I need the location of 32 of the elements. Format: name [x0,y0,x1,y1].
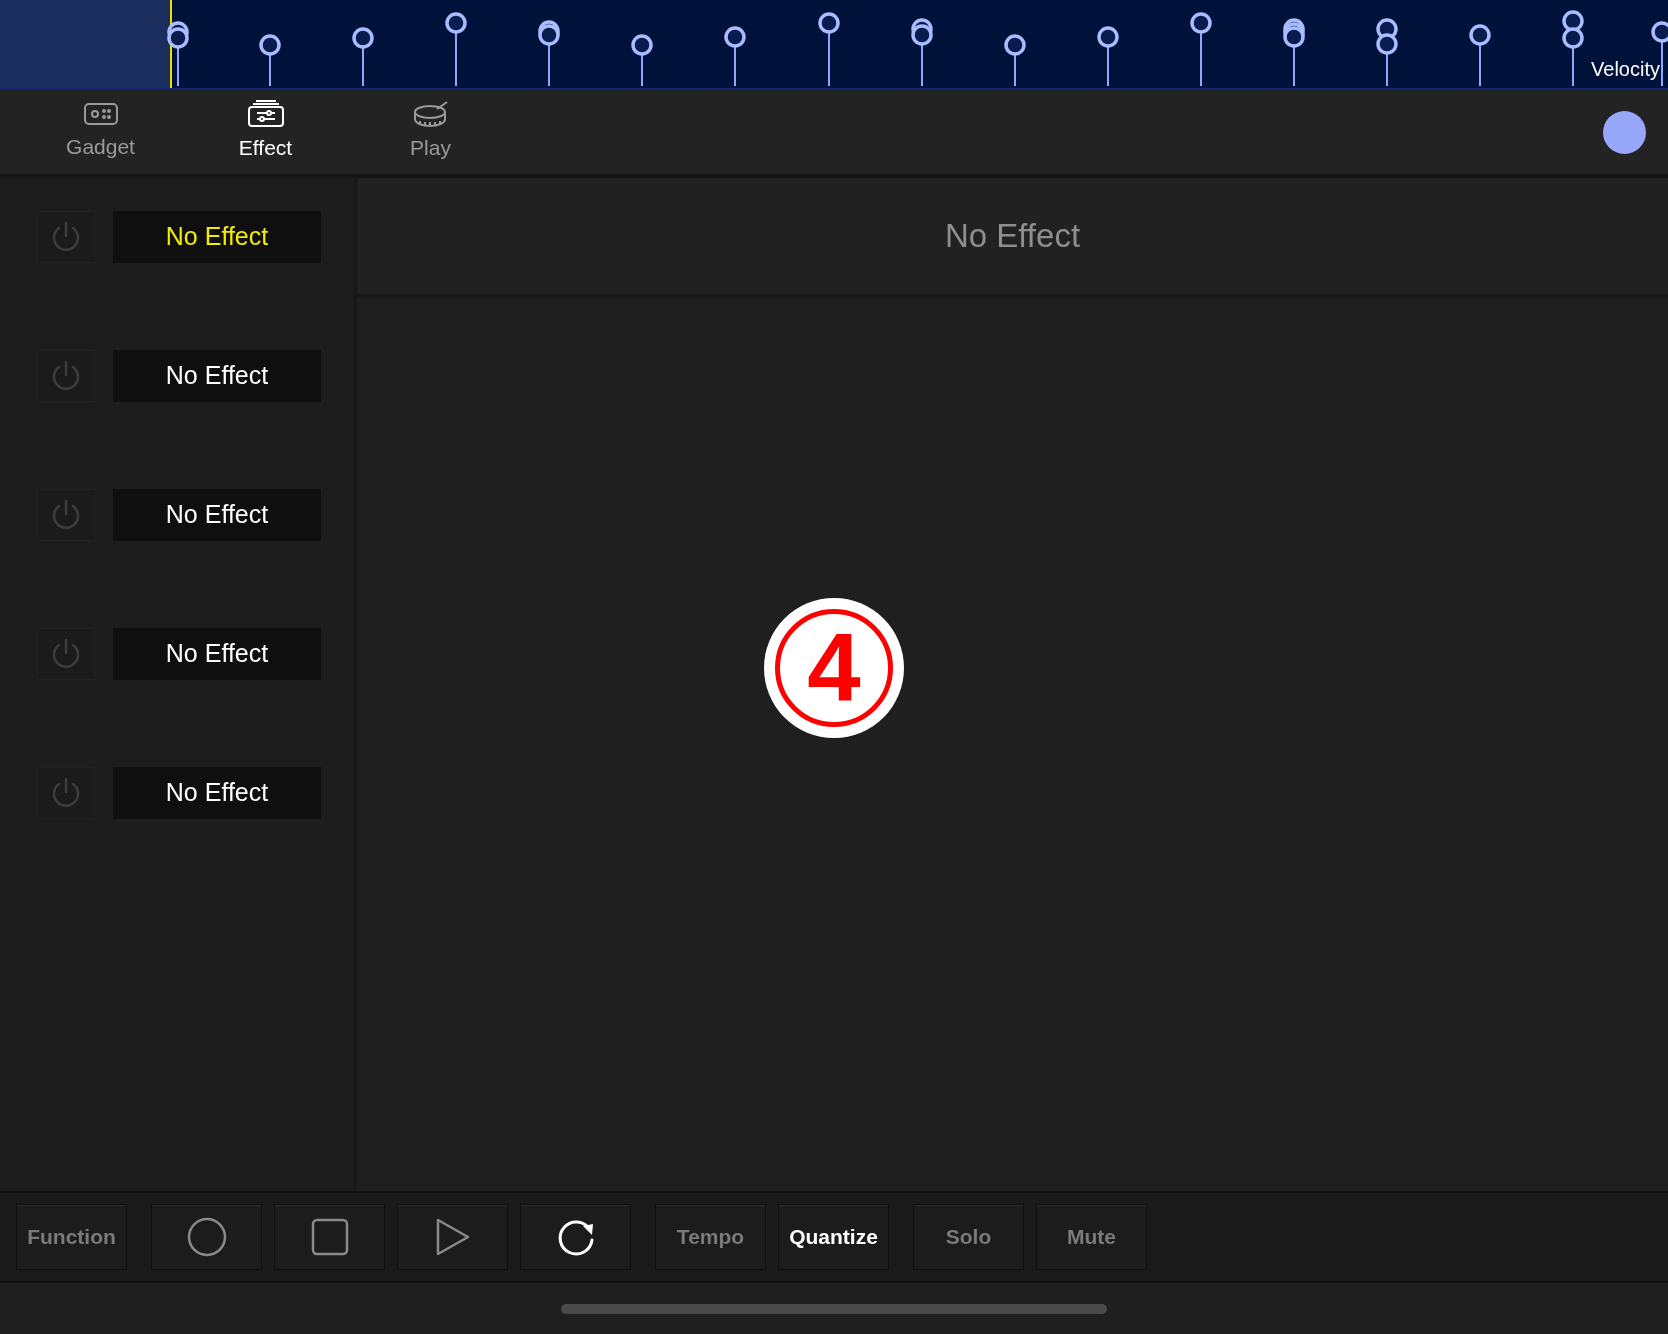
toolbar-button[interactable]: Mute [1036,1204,1147,1270]
effect-title: No Effect [944,216,1081,257]
drum-icon [411,100,450,129]
record-button[interactable] [151,1204,262,1270]
stop-icon [310,1218,349,1256]
keyboard-icon [82,101,119,128]
play-button[interactable] [397,1204,508,1270]
toolbar-button[interactable]: Tempo [655,1204,766,1270]
velocity-lane[interactable]: Velocity [0,0,1668,90]
record-icon [186,1217,227,1257]
home-indicator[interactable] [561,1303,1107,1314]
effect-slot[interactable]: No Effect [113,211,321,263]
tab[interactable]: Play [348,92,513,172]
effect-slot[interactable]: No Effect [113,489,321,541]
effect-slot[interactable]: No Effect [113,767,321,819]
loop-button[interactable] [520,1204,631,1270]
toolbar-button[interactable]: Function [16,1204,127,1270]
power-button[interactable] [37,350,95,402]
effect-slot[interactable]: No Effect [113,628,321,680]
power-button[interactable] [37,211,95,263]
play-icon [434,1217,471,1257]
sliders-icon [246,100,285,129]
toolbar-button[interactable]: Quantize [778,1204,889,1270]
stop-button[interactable] [274,1204,385,1270]
toolbar-button[interactable]: Solo [913,1204,1024,1270]
tab[interactable]: Gadget [18,92,183,172]
velocity-label: Velocity [1591,57,1660,82]
effect-slot[interactable]: No Effect [113,350,321,402]
power-button[interactable] [37,767,95,819]
power-button[interactable] [37,628,95,680]
tab[interactable]: Effect [183,92,348,172]
power-button[interactable] [37,489,95,541]
